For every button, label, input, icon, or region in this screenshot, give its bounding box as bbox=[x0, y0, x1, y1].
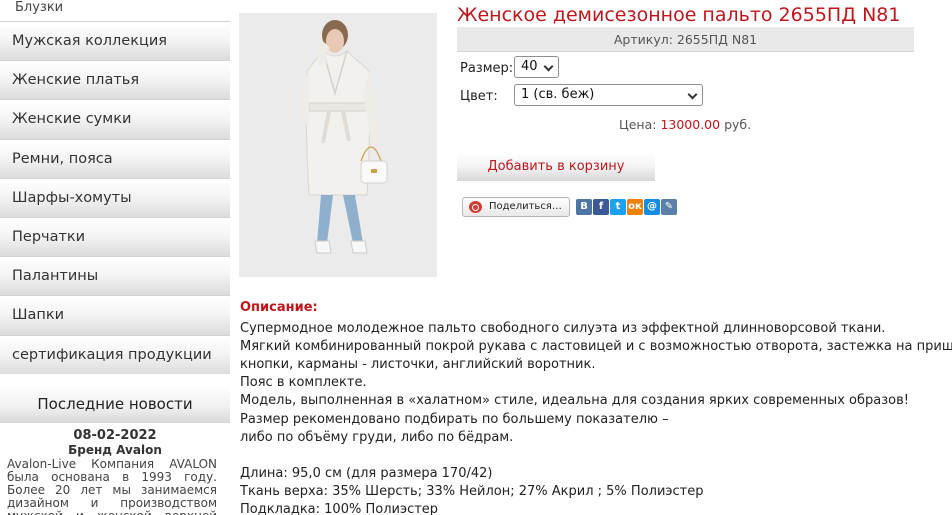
size-label: Размер: bbox=[460, 61, 514, 76]
sidebar-item-belts[interactable]: Ремни, пояса bbox=[0, 138, 230, 178]
price-value: 13000.00 bbox=[660, 117, 721, 132]
sidebar-item-womens-bags[interactable]: Женские сумки bbox=[0, 99, 230, 139]
news-date: 08-02-2022 bbox=[73, 428, 157, 443]
odnoklassniki-icon[interactable]: ок bbox=[627, 199, 643, 215]
description-line: Мягкий комбинированный покрой рукава с л… bbox=[240, 339, 952, 355]
facebook-icon[interactable]: f bbox=[593, 199, 609, 215]
share-icon bbox=[469, 201, 482, 213]
share-button-label: Поделиться… bbox=[489, 201, 562, 212]
product-title: Женское демисезонное пальто 2655ПД N81 bbox=[457, 4, 901, 26]
description-line: кнопки, карманы - листочки, английский в… bbox=[240, 357, 596, 373]
description-line: Подкладка: 100% Полиэстер bbox=[240, 502, 439, 515]
sidebar-item-blouses[interactable]: Блузки bbox=[15, 0, 63, 15]
color-label: Цвет: bbox=[460, 89, 498, 104]
twitter-icon[interactable]: t bbox=[610, 199, 626, 215]
description-heading: Описание: bbox=[240, 300, 318, 315]
description-line: Размер рекомендовано подбирать по больше… bbox=[240, 411, 669, 427]
sku-label: Артикул: 2655ПД N81 bbox=[457, 27, 914, 52]
coat-model-image bbox=[239, 13, 437, 277]
price-label: Цена: bbox=[619, 117, 657, 132]
vk-icon[interactable]: В bbox=[576, 199, 592, 215]
description-line: Пояс в комплекте. bbox=[240, 375, 367, 391]
news-title[interactable]: Бренд Avalon bbox=[0, 443, 230, 457]
news-excerpt: Avalon-Live Компания AVALON была основан… bbox=[7, 457, 217, 515]
add-to-cart-button[interactable]: Добавить в корзину bbox=[457, 152, 655, 181]
price-row: Цена: 13000.00 руб. bbox=[619, 117, 751, 132]
chevron-down-icon bbox=[687, 89, 698, 100]
sidebar: Блузки Мужская коллекция Женские платья … bbox=[0, 0, 230, 515]
news-heading: Последние новости bbox=[0, 385, 230, 423]
description-line: Супермодное молодежное пальто свободного… bbox=[240, 321, 886, 336]
description-line: Ткань верха: 35% Шерсть; 33% Нейлон; 27%… bbox=[240, 483, 704, 499]
color-select-value: 1 (св. беж) bbox=[521, 87, 595, 102]
sidebar-item-womens-dresses[interactable]: Женские платья bbox=[0, 60, 230, 100]
sidebar-item-scarves[interactable]: Шарфы-хомуты bbox=[0, 177, 230, 217]
share-button[interactable]: Поделиться… bbox=[462, 197, 570, 217]
price-currency: руб. bbox=[724, 117, 752, 132]
category-menu: Мужская коллекция Женские платья Женские… bbox=[0, 21, 230, 374]
sidebar-item-mens-collection[interactable]: Мужская коллекция bbox=[0, 21, 230, 61]
chevron-down-icon bbox=[543, 61, 554, 72]
description-line: либо по объёму груди, либо по бёдрам. bbox=[240, 429, 514, 445]
color-select[interactable]: 1 (св. беж) bbox=[514, 84, 703, 106]
livejournal-icon[interactable]: ✎ bbox=[661, 199, 677, 215]
mail-icon[interactable]: @ bbox=[644, 199, 660, 215]
sidebar-item-gloves[interactable]: Перчатки bbox=[0, 216, 230, 257]
size-select-value: 40 bbox=[521, 59, 538, 74]
sidebar-item-stoles[interactable]: Палантины bbox=[0, 256, 230, 296]
description-line: Длина: 95,0 см (для размера 170/42) bbox=[240, 465, 493, 481]
description-line: Модель, выполненная в «халатном» стиле, … bbox=[240, 393, 909, 409]
sidebar-item-certification[interactable]: сертификация продукции bbox=[0, 334, 230, 374]
sidebar-item-hats[interactable]: Шапки bbox=[0, 295, 230, 335]
product-photo[interactable] bbox=[239, 13, 437, 277]
size-select[interactable]: 40 bbox=[514, 56, 559, 78]
